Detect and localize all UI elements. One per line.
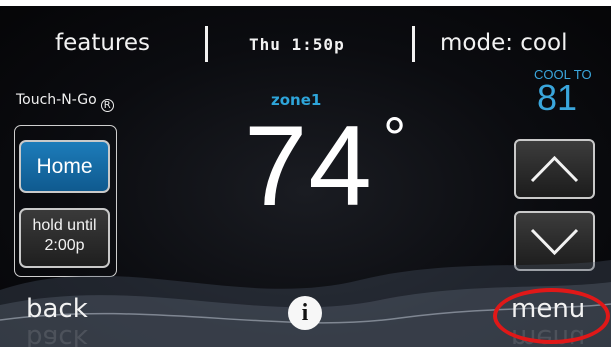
brand-logo: Touch-N-Go R	[16, 92, 114, 112]
divider	[412, 26, 415, 62]
mode-button[interactable]: mode: cool	[440, 30, 567, 56]
thermostat-screen: features Thu 1:50p mode: cool Touch-N-Go…	[0, 0, 611, 347]
registered-mark: R	[100, 99, 114, 112]
date-time-display[interactable]: Thu 1:50p	[249, 35, 345, 54]
features-button[interactable]: features	[55, 30, 150, 56]
info-icon[interactable]: i	[288, 296, 322, 330]
degree-symbol: °	[383, 106, 407, 171]
home-button[interactable]: Home	[19, 140, 110, 193]
divider	[205, 26, 208, 62]
temperature-up-button[interactable]	[514, 139, 595, 199]
top-edge	[0, 0, 611, 6]
back-reflection: back	[26, 323, 88, 347]
chevron-up-icon	[530, 155, 579, 183]
brand-name: Touch-N-Go	[16, 92, 97, 108]
back-button[interactable]: back	[26, 294, 88, 324]
current-temperature: 74	[244, 103, 373, 230]
setpoint-value: 81	[537, 77, 578, 118]
highlight-circle	[493, 288, 610, 344]
top-bar: features Thu 1:50p mode: cool	[0, 18, 611, 68]
